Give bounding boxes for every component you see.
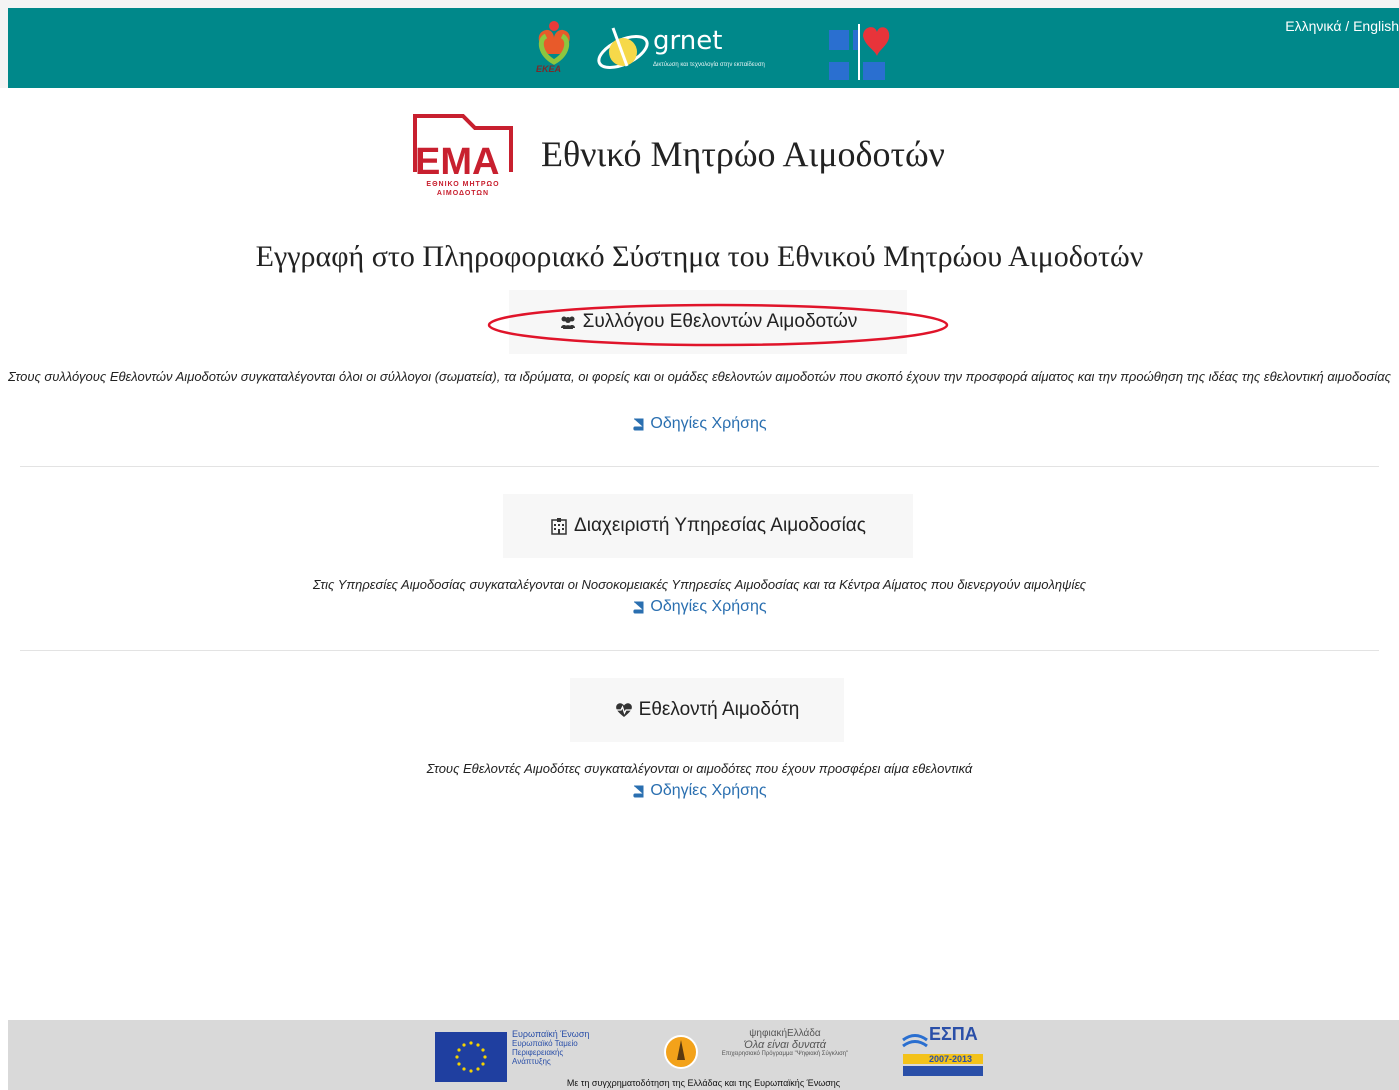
grnet-name: grnet bbox=[653, 26, 723, 56]
register-blood-service-button[interactable]: Διαχειριστή Υπηρεσίας Αιμοδοσίας bbox=[503, 494, 913, 558]
grnet-logo: grnet Δικτύωση και τεχνολογία στην εκπαί… bbox=[593, 18, 833, 84]
donor-guide-label: Οδηγίες Χρήσης bbox=[650, 782, 767, 799]
ministry-logo bbox=[823, 16, 895, 86]
language-switch-link[interactable]: Ελληνικά / English bbox=[1285, 18, 1399, 34]
blood-service-description: Στις Υπηρεσίες Αιμοδοσίας συγκαταλέγοντα… bbox=[312, 577, 1087, 592]
digital-greece-sub: Επιχειρησιακό Πρόγραμμα "Ψηφιακή Σύγκλισ… bbox=[721, 1051, 849, 1057]
digital-greece-slogan: Όλα είναι δυνατά bbox=[743, 1039, 827, 1051]
digital-greece-title: ψηφιακήΕλλάδα bbox=[749, 1028, 821, 1039]
blood-service-guide-label: Οδηγίες Χρήσης bbox=[650, 598, 767, 615]
eu-text: Ευρωπαϊκή Ένωση Ευρωπαϊκό Ταμείο Περιφερ… bbox=[512, 1029, 602, 1067]
eu-text-title: Ευρωπαϊκή Ένωση bbox=[512, 1029, 590, 1039]
eu-flag-icon bbox=[435, 1032, 507, 1082]
association-guide-link[interactable]: Οδηγίες Χρήσης bbox=[0, 415, 1399, 433]
heartbeat-icon bbox=[615, 701, 633, 719]
section-divider bbox=[20, 650, 1379, 651]
funding-text: Με τη συγχρηματοδότηση της Ελλάδας και τ… bbox=[566, 1078, 841, 1088]
book-icon bbox=[632, 601, 645, 614]
highlight-ellipse bbox=[487, 303, 949, 347]
footer: Ευρωπαϊκή Ένωση Ευρωπαϊκό Ταμείο Περιφερ… bbox=[8, 1020, 1399, 1090]
header-banner: ΕΚΕΑ grnet Δικτύωση και τεχνολογία στην … bbox=[8, 8, 1399, 88]
register-blood-service-label: Διαχειριστή Υπηρεσίας Αιμοδοσίας bbox=[574, 515, 866, 536]
register-donor-label: Εθελοντή Αιμοδότη bbox=[638, 699, 800, 720]
register-donor-button[interactable]: Εθελοντή Αιμοδότη bbox=[570, 678, 844, 742]
espa-logo: ΕΣΠΑ 2007-2013 bbox=[901, 1024, 985, 1078]
section-divider bbox=[20, 466, 1379, 467]
page-title: Εγγραφή στο Πληροφοριακό Σύστημα του Εθν… bbox=[255, 240, 1144, 273]
digital-greece-logo: ψηφιακήΕλλάδα Όλα είναι δυνατά Επιχειρησ… bbox=[663, 1026, 863, 1078]
book-icon bbox=[632, 785, 645, 798]
eu-text-fund: Ευρωπαϊκό Ταμείο Περιφερειακής Ανάπτυξης bbox=[512, 1039, 578, 1066]
ema-logo-subtitle: ΕΘΝΙΚΟ ΜΗΤΡΩΟ ΑΙΜΟΔΟΤΩΝ bbox=[426, 181, 500, 197]
blood-service-guide-link[interactable]: Οδηγίες Χρήσης bbox=[0, 598, 1399, 616]
donor-description: Στους Εθελοντές Αιμοδότες συγκαταλέγοντα… bbox=[426, 761, 973, 776]
espa-years: 2007-2013 bbox=[929, 1054, 973, 1064]
hospital-icon bbox=[550, 517, 568, 535]
ema-logo-letters: ΕΜΑ bbox=[415, 141, 499, 183]
site-title: Εθνικό Μητρώο Αιμοδοτών bbox=[541, 134, 945, 174]
ema-logo: ΕΜΑ ΕΘΝΙΚΟ ΜΗΤΡΩΟ ΑΙΜΟΔΟΤΩΝ bbox=[413, 112, 513, 204]
association-description: Στους συλλόγους Εθελοντών Αιμοδοτών συγκ… bbox=[8, 369, 1391, 384]
grnet-tagline: Δικτύωση και τεχνολογία στην εκπαίδευση bbox=[653, 62, 765, 68]
top-bar: ΕΚΕΑ grnet Δικτύωση και τεχνολογία στην … bbox=[0, 0, 1399, 88]
ekea-name: ΕΚΕΑ bbox=[536, 64, 562, 74]
espa-name: ΕΣΠΑ bbox=[929, 1024, 978, 1044]
ekea-logo: ΕΚΕΑ bbox=[526, 14, 586, 84]
donor-guide-link[interactable]: Οδηγίες Χρήσης bbox=[0, 782, 1399, 800]
book-icon bbox=[632, 418, 645, 431]
association-guide-label: Οδηγίες Χρήσης bbox=[650, 415, 767, 432]
